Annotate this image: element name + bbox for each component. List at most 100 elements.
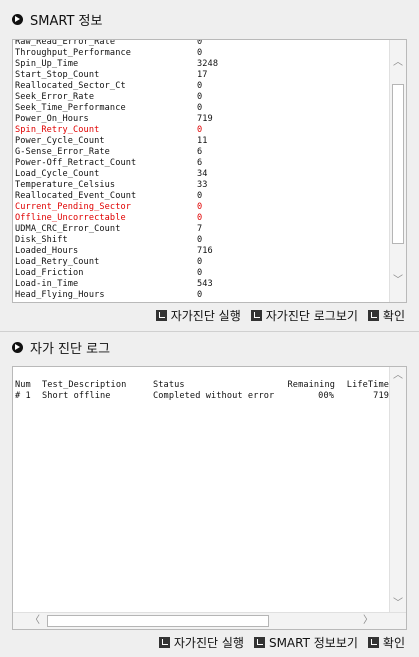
list-item: Spin_Retry_Count 0 <box>15 125 218 136</box>
header-lifetime: LifeTime <box>346 380 389 390</box>
list-item: Head_Flying_Hours 0 <box>15 290 218 301</box>
attribute-name: Spin_Up_Time <box>15 59 79 69</box>
attribute-value: 0 <box>197 268 203 278</box>
section-divider <box>0 331 419 332</box>
log-vertical-scrollbar[interactable]: ︿ ﹀ <box>389 367 406 613</box>
list-item: Seek_Time_Performance 0 <box>15 103 218 114</box>
attribute-value: 0 <box>197 235 203 245</box>
smart-section-title: SMART 정보 <box>30 14 103 29</box>
list-item: Load_Friction 0 <box>15 268 218 279</box>
smart-button-bar: 자가진단 실행 자가진단 로그보기 확인 <box>155 307 405 324</box>
attribute-name: Temperature_Celsius <box>15 180 116 190</box>
list-item: Reallocated_Sector_Ct 0 <box>15 81 218 92</box>
play-circle-icon <box>12 342 23 353</box>
attribute-name: G-Sense_Error_Rate <box>15 147 110 157</box>
scroll-left-arrow-icon[interactable]: 〈 <box>27 613 43 629</box>
attribute-name: Seek_Time_Performance <box>15 103 126 113</box>
run-selftest-button[interactable]: 자가진단 실행 <box>158 634 244 651</box>
smart-section-header: SMART 정보 <box>12 10 102 29</box>
smart-attribute-list: Raw_Read_Error_Rate 0 Throughput_Performan… <box>15 39 219 301</box>
corner-arrow-icon <box>367 637 379 648</box>
ok-button[interactable]: 확인 <box>367 634 405 651</box>
attribute-name: Disk_Shift <box>15 235 68 245</box>
log-section-header: 자가 진단 로그 <box>12 338 110 357</box>
attribute-value: 33 <box>197 180 208 190</box>
entry-num: # 1 <box>15 391 31 401</box>
log-section-title: 자가 진단 로그 <box>30 342 111 357</box>
attribute-value: 17 <box>197 70 208 80</box>
attribute-name: Spin_Retry_Count <box>15 125 100 135</box>
ok-button[interactable]: 확인 <box>367 307 405 324</box>
attribute-value: 0 <box>197 202 203 212</box>
attribute-name: Load_Retry_Count <box>15 257 100 267</box>
attribute-value: 0 <box>197 103 203 113</box>
entry-status: Completed without error <box>153 391 275 401</box>
list-item: Start_Stop_Count 17 <box>15 70 218 81</box>
log-panel[interactable]: Num Test_Description Status Remaining Li… <box>12 366 407 630</box>
attribute-value: 0 <box>197 213 203 223</box>
attribute-value: 3248 <box>197 59 219 69</box>
list-item: Current_Pending_Sector 0 <box>15 202 218 213</box>
attribute-name: Load_Cycle_Count <box>15 169 100 179</box>
smart-vertical-scrollbar[interactable]: ︿ ﹀ <box>389 40 406 302</box>
list-item: Power_Cycle_Count 11 <box>15 136 218 147</box>
list-item: Temperature_Celsius 33 <box>15 180 218 191</box>
view-smart-info-button[interactable]: SMART 정보보기 <box>253 634 358 651</box>
attribute-value: 0 <box>197 48 203 58</box>
run-selftest-button[interactable]: 자가진단 실행 <box>155 307 241 324</box>
corner-arrow-icon <box>158 637 170 648</box>
attribute-name: Throughput_Performance <box>15 48 132 58</box>
list-item: Loaded_Hours 716 <box>15 246 218 257</box>
list-item: Power_On_Hours 719 <box>15 114 218 125</box>
header-description: Test_Description <box>42 380 127 390</box>
list-item: Disk_Shift 0 <box>15 235 218 246</box>
attribute-name: Start_Stop_Count <box>15 70 100 80</box>
log-horizontal-scrollbar[interactable]: 〈 〉 <box>13 612 406 629</box>
attribute-name: UDMA_CRC_Error_Count <box>15 224 121 234</box>
attribute-name: Load_Friction <box>15 268 84 278</box>
attribute-value: 7 <box>197 224 203 234</box>
attribute-name: Head_Flying_Hours <box>15 290 105 300</box>
list-item: Load_Cycle_Count 34 <box>15 169 218 180</box>
attribute-value: 11 <box>197 136 208 146</box>
smart-list-panel[interactable]: Raw_Read_Error_Rate 0 Throughput_Performan… <box>12 39 407 303</box>
scroll-up-arrow-icon[interactable]: ︿ <box>390 56 406 70</box>
smart-scroll-thumb[interactable] <box>392 84 404 244</box>
attribute-value: 6 <box>197 158 203 168</box>
log-table: Num Test_Description Status Remaining Li… <box>13 380 389 420</box>
attribute-name: Seek_Error_Rate <box>15 92 95 102</box>
attribute-value: 6 <box>197 147 203 157</box>
scroll-down-arrow-icon[interactable]: ﹀ <box>390 274 406 288</box>
list-item: Offline_Uncorrectable 0 <box>15 213 218 224</box>
attribute-value: 0 <box>197 191 203 201</box>
attribute-name: Raw_Read_Error_Rate <box>15 39 116 47</box>
list-item: Seek_Error_Rate 0 <box>15 92 218 103</box>
attribute-value: 0 <box>197 81 203 91</box>
attribute-value: 0 <box>197 257 203 267</box>
corner-arrow-icon <box>367 310 379 321</box>
attribute-value: 716 <box>197 246 213 256</box>
list-item: Reallocated_Event_Count 0 <box>15 191 218 202</box>
attribute-value: 0 <box>197 290 203 300</box>
attribute-name: Power_On_Hours <box>15 114 89 124</box>
scroll-up-arrow-icon[interactable]: ︿ <box>390 369 406 383</box>
scroll-down-arrow-icon[interactable]: ﹀ <box>390 597 406 611</box>
attribute-value: 0 <box>197 39 203 47</box>
attribute-name: Loaded_Hours <box>15 246 79 256</box>
view-selftest-log-button[interactable]: 자가진단 로그보기 <box>250 307 358 324</box>
corner-arrow-icon <box>253 637 265 648</box>
corner-arrow-icon <box>155 310 167 321</box>
attribute-name: Power-Off_Retract_Count <box>15 158 137 168</box>
entry-description: Short offline <box>42 391 111 401</box>
scroll-right-arrow-icon[interactable]: 〉 <box>360 613 376 629</box>
attribute-value: 543 <box>197 279 213 289</box>
header-status: Status <box>153 380 185 390</box>
attribute-value: 0 <box>197 92 203 102</box>
log-hscroll-thumb[interactable] <box>47 615 269 627</box>
list-item: UDMA_CRC_Error_Count 7 <box>15 224 218 235</box>
attribute-name: Reallocated_Sector_Ct <box>15 81 126 91</box>
attribute-value: 719 <box>197 114 213 124</box>
attribute-name: Reallocated_Event_Count <box>15 191 137 201</box>
log-button-bar: 자가진단 실행 SMART 정보보기 확인 <box>158 634 405 651</box>
play-circle-icon <box>12 14 23 25</box>
